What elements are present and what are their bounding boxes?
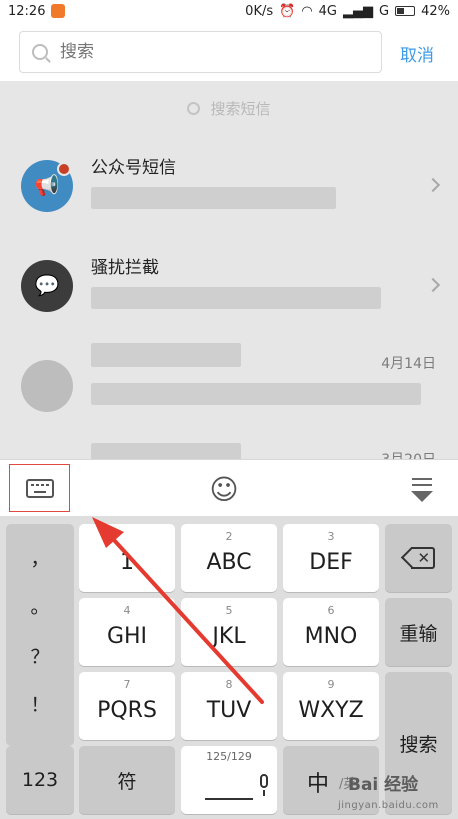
list-item-spam-block[interactable]: 💬 骚扰拦截 <box>0 235 458 335</box>
inner-search-label: 搜索短信 <box>210 99 271 118</box>
signal-icon: ▂▄▆ <box>343 3 374 19</box>
punct-question[interactable]: ？ <box>6 642 74 669</box>
search-header: 取消 <box>0 22 458 81</box>
key-5-jkl[interactable]: 5 JKL <box>181 598 277 666</box>
list-item-conversation[interactable]: 4月14日 <box>0 335 458 435</box>
space-bar-icon <box>205 798 253 800</box>
contact-avatar-icon <box>21 360 73 412</box>
notification-app-icon <box>51 4 66 18</box>
key-3-def[interactable]: 3 DEF <box>283 524 379 592</box>
search-icon <box>187 101 201 115</box>
battery-level: 42% <box>421 3 450 19</box>
keyboard-toolbar: ☺ <box>0 459 458 516</box>
symbol-button[interactable]: 符 <box>79 746 175 814</box>
char-counter: 125/129 <box>206 750 252 763</box>
inner-search-bar[interactable]: 搜索短信 <box>0 81 458 135</box>
blurred-preview <box>91 187 336 209</box>
backspace-icon: ✕ <box>400 546 435 569</box>
list-item-conversation[interactable]: 3月20日 <box>0 435 458 459</box>
message-list-overlay: 搜索短信 📢 公众号短信 💬 骚扰拦截 4月14日 3月20日 <box>0 81 458 459</box>
punct-exclaim[interactable]: ！ <box>6 690 74 717</box>
search-icon <box>32 44 48 60</box>
numeric-mode-button[interactable]: 123 <box>6 746 74 814</box>
blocked-message-icon: 💬 <box>21 260 73 312</box>
blurred-preview <box>91 383 421 405</box>
search-box[interactable] <box>19 31 382 73</box>
wifi-icon: ◠ <box>301 3 313 19</box>
key-8-tuv[interactable]: 8 TUV <box>181 672 277 740</box>
key-1[interactable]: 1 <box>79 524 175 592</box>
language-switch-button[interactable]: 中 /英 <box>283 746 379 814</box>
carrier-label: G <box>379 3 390 19</box>
key-6-mno[interactable]: 6 MNO <box>283 598 379 666</box>
space-key[interactable]: 125/129 0 <box>181 746 333 814</box>
backspace-button[interactable]: ✕ <box>385 524 452 592</box>
reenter-button[interactable]: 重输 <box>385 598 452 666</box>
search-input[interactable] <box>60 42 340 62</box>
key-7-pqrs[interactable]: 7 PQRS <box>79 672 175 740</box>
clock: 12:26 <box>8 3 46 19</box>
network-speed: 0K/s <box>245 3 274 19</box>
microphone-icon <box>260 774 268 796</box>
list-item-title: 公众号短信 <box>91 158 176 178</box>
key-4-ghi[interactable]: 4 GHI <box>79 598 175 666</box>
t9-keyboard: ， 。 ？ ！ 1 2 ABC 3 DEF ✕ 4 GHI 5 JKL 6 MN… <box>0 516 458 819</box>
punct-period[interactable]: 。 <box>6 592 74 619</box>
keyboard-icon <box>25 478 54 498</box>
search-key[interactable]: 搜索 <box>385 672 452 814</box>
collapse-arrow-icon <box>411 491 433 502</box>
chevron-right-icon <box>425 177 441 193</box>
list-item-date: 3月20日 <box>381 449 436 459</box>
status-bar: 12:26 0K/s ⏰ ◠ 4G ▂▄▆ G 42% <box>0 0 458 22</box>
blurred-name <box>91 443 241 459</box>
signal-label: 4G <box>318 3 338 19</box>
punctuation-column[interactable]: ， 。 ？ ！ <box>6 524 74 746</box>
blurred-preview <box>91 287 381 309</box>
alarm-icon: ⏰ <box>279 3 296 19</box>
blurred-name <box>91 343 241 367</box>
hide-keyboard-button[interactable] <box>402 470 442 508</box>
key-2-abc[interactable]: 2 ABC <box>181 524 277 592</box>
list-item-official-accounts[interactable]: 📢 公众号短信 <box>0 135 458 235</box>
battery-icon <box>395 6 416 16</box>
emoji-button[interactable]: ☺ <box>205 470 243 508</box>
unread-badge <box>57 162 71 176</box>
list-item-date: 4月14日 <box>381 356 436 372</box>
keyboard-switch-button[interactable] <box>9 464 70 512</box>
punct-comma[interactable]: ， <box>6 544 74 571</box>
key-9-wxyz[interactable]: 9 WXYZ <box>283 672 379 740</box>
list-item-title: 骚扰拦截 <box>91 258 159 278</box>
chevron-right-icon <box>425 277 441 293</box>
cancel-button[interactable]: 取消 <box>400 41 434 66</box>
